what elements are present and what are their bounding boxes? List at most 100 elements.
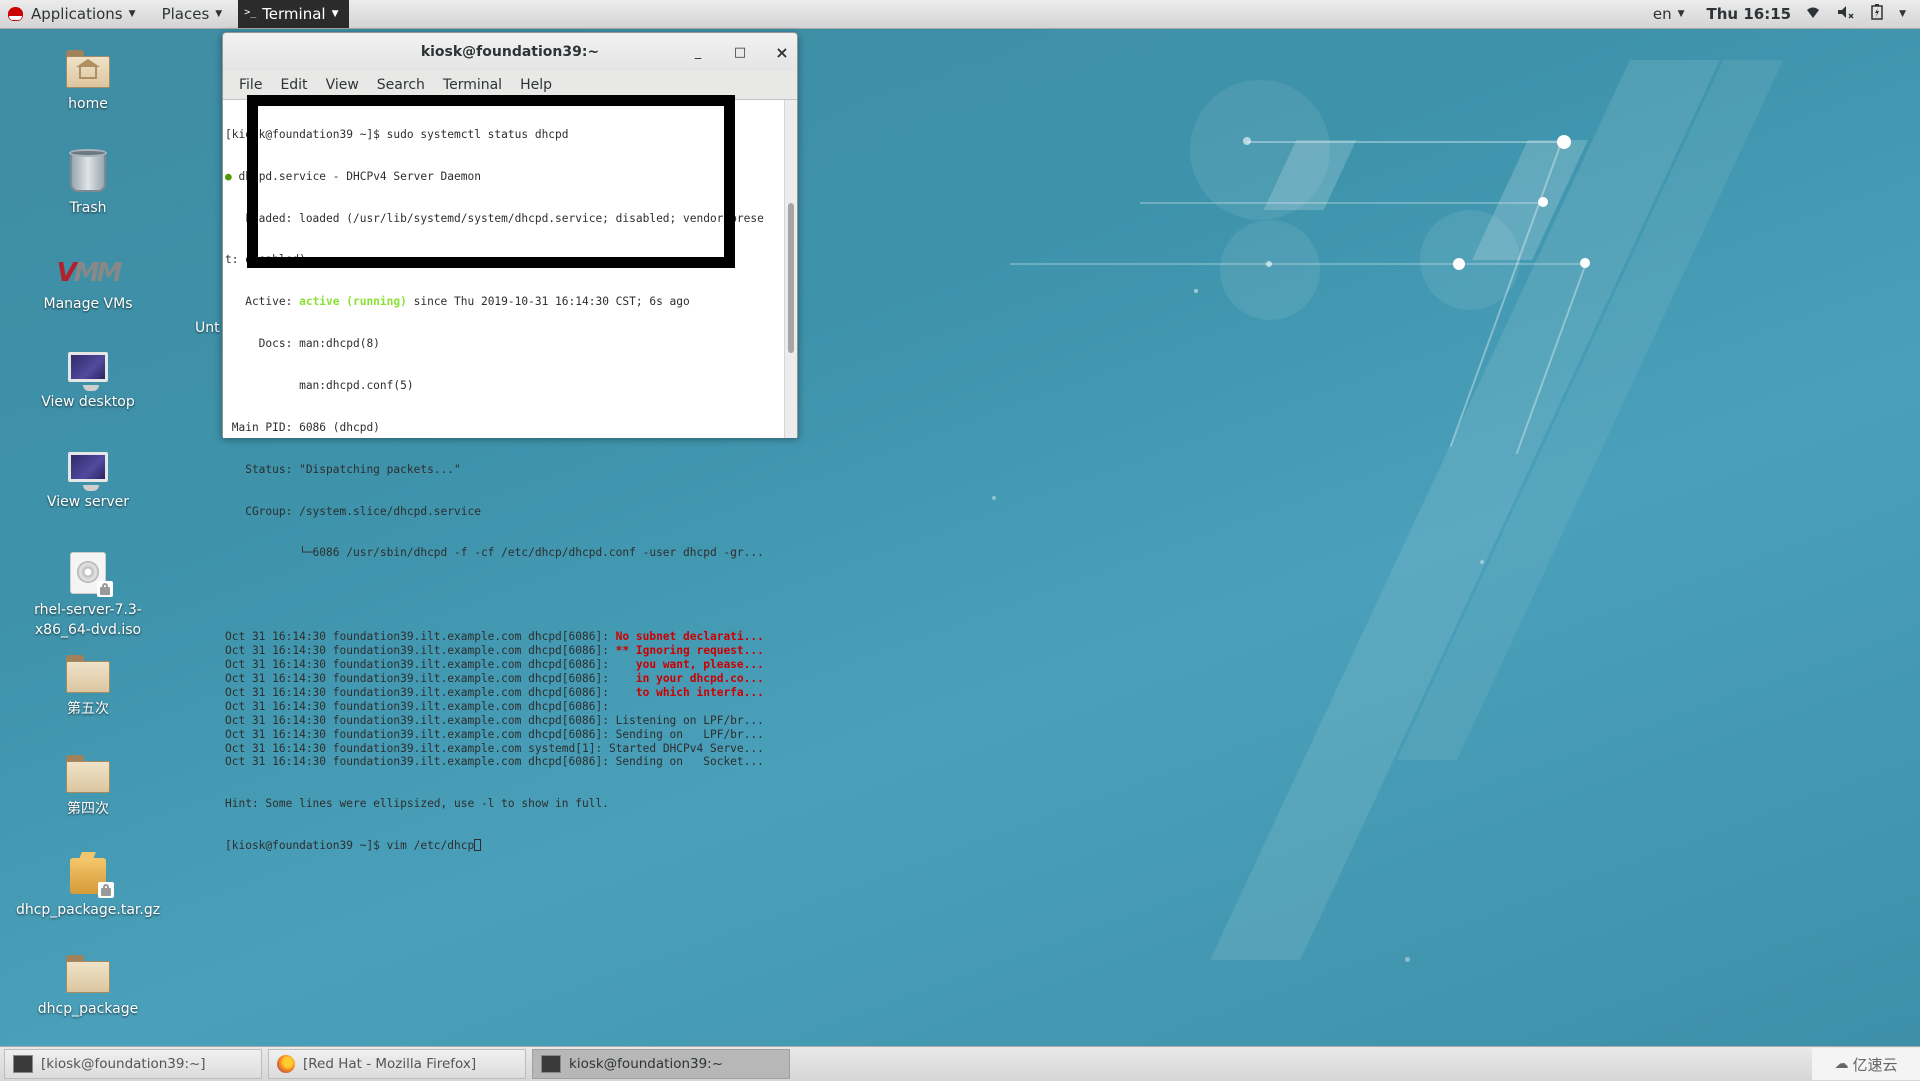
taskbar-item-label: [kiosk@foundation39:~] [41, 1056, 206, 1072]
volume-muted-icon [1837, 5, 1855, 23]
taskbar-item-terminal-1[interactable]: [kiosk@foundation39:~] [4, 1049, 262, 1079]
close-button[interactable]: × [775, 43, 789, 62]
log-prefix: Oct 31 16:14:30 foundation39.ilt.example… [225, 755, 529, 769]
desktop-icon-label: 第五次 [67, 701, 109, 717]
journal-log-line: Oct 31 16:14:30 foundation39.ilt.example… [225, 700, 781, 714]
terminal-line: ● dhcpd.service - DHCPv4 Server Daemon [225, 170, 781, 184]
desktop-icon-folder-4[interactable]: 第四次 [3, 755, 173, 819]
redhat-logo-icon [8, 7, 23, 21]
terminal-line: Loaded: loaded (/usr/lib/systemd/system/… [225, 211, 764, 225]
desktop-icon-view-desktop[interactable]: View desktop [3, 352, 173, 412]
desktop-icon-label: dhcp_package.tar.gz [15, 902, 161, 918]
log-error-message: in your dhcpd.co... [615, 671, 764, 685]
desktop-icon-trash[interactable]: Trash [3, 149, 173, 218]
log-prefix: Oct 31 16:14:30 foundation39.ilt.example… [225, 685, 529, 699]
vm-manager-icon: VMM [56, 258, 123, 288]
desktop-icon-view-server[interactable]: View server [3, 452, 173, 512]
places-menu[interactable]: Places ▼ [154, 0, 231, 28]
terminal-output[interactable]: [kiosk@foundation39 ~]$ sudo systemctl s… [223, 99, 797, 852]
menu-search[interactable]: Search [368, 77, 434, 93]
menu-file[interactable]: File [230, 77, 271, 93]
desktop-icon-label: 第四次 [67, 801, 109, 817]
battery-charging-icon [1871, 4, 1883, 24]
desktop-icon-folder-5[interactable]: 第五次 [3, 655, 173, 719]
firefox-icon [277, 1055, 295, 1073]
log-message: Sending on LPF/br... [615, 727, 764, 741]
desktop-icon-label: View server [47, 494, 129, 510]
menu-edit[interactable]: Edit [271, 77, 316, 93]
terminal-line: └─6086 /usr/sbin/dhcpd -f -cf /etc/dhcp/… [225, 546, 764, 560]
watermark-text: 亿速云 [1852, 1055, 1898, 1074]
text-cursor [474, 839, 482, 852]
active-since: since Thu 2019-10-31 16:14:30 CST; 6s ag… [406, 295, 690, 309]
log-prefix: Oct 31 16:14:30 foundation39.ilt.example… [225, 643, 529, 657]
maximize-button[interactable]: □ [733, 45, 747, 60]
terminal-line: Active: active (running) since Thu 2019-… [225, 295, 781, 309]
log-error-message: to which interfa... [615, 685, 764, 699]
command-input[interactable]: vim /etc/dhcp [387, 839, 475, 852]
desktop-icon-dhcp-package[interactable]: dhcp_package [3, 955, 173, 1019]
log-error-message: No subnet declarati... [615, 630, 764, 644]
places-label: Places [161, 5, 210, 23]
desktop-icon-manage-vms[interactable]: VMM Manage VMs [3, 258, 173, 314]
journal-log-line: Oct 31 16:14:30 foundation39.ilt.example… [225, 714, 781, 728]
journal-log-line: Oct 31 16:14:30 foundation39.ilt.example… [225, 658, 781, 672]
journal-log-line: Oct 31 16:14:30 foundation39.ilt.example… [225, 672, 781, 686]
desktop-icon-label: Trash [69, 200, 107, 216]
minimize-button[interactable]: _ [691, 45, 705, 60]
terminal-titlebar[interactable]: kiosk@foundation39:~ _ □ × [223, 33, 797, 71]
desktop-icon-rhel-iso[interactable]: rhel-server-7.3- x86_64-dvd.iso [3, 552, 173, 640]
log-error-message: you want, please... [615, 657, 764, 671]
log-prefix: Oct 31 16:14:30 foundation39.ilt.example… [225, 699, 529, 713]
desktop-icon-home[interactable]: home [3, 50, 173, 114]
taskbar-item-firefox[interactable]: [Red Hat - Mozilla Firefox] [268, 1049, 526, 1079]
log-source: dhcpd[6086]: [528, 727, 616, 741]
menu-terminal[interactable]: Terminal [434, 77, 511, 93]
taskbar-item-label: [Red Hat - Mozilla Firefox] [303, 1056, 477, 1072]
terminal-icon: >_ [244, 7, 257, 18]
disc-image-icon [70, 552, 113, 597]
log-source: dhcpd[6086]: [528, 630, 616, 644]
taskbar-item-label: kiosk@foundation39:~ [569, 1056, 724, 1072]
scrollbar-thumb[interactable] [788, 203, 794, 353]
desktop-icon-label: rhel-server-7.3- [34, 602, 142, 618]
log-prefix: Oct 31 16:14:30 foundation39.ilt.example… [225, 630, 529, 644]
active-label: Active: [225, 295, 300, 309]
applications-menu[interactable]: Applications ▼ [0, 0, 144, 28]
log-source: dhcpd[6086]: [528, 755, 616, 769]
trash-icon [69, 149, 107, 192]
active-app-menu[interactable]: >_ Terminal ▼ [238, 0, 349, 28]
monitor-icon [68, 452, 108, 491]
terminal-line: Main PID: 6086 (dhcpd) [225, 420, 380, 434]
language-selector[interactable]: en ▼ [1645, 0, 1693, 28]
folder-icon [66, 755, 110, 793]
taskbar-item-terminal-active[interactable]: kiosk@foundation39:~ [532, 1049, 790, 1079]
menu-help[interactable]: Help [511, 77, 561, 93]
log-source: systemd[1]: [528, 741, 609, 755]
log-source: dhcpd[6086]: [528, 685, 616, 699]
applications-label: Applications [31, 5, 123, 23]
clock[interactable]: Thu 16:15 [1693, 5, 1806, 23]
active-status: active (running) [299, 295, 407, 309]
menu-view[interactable]: View [317, 77, 368, 93]
wifi-icon [1805, 5, 1821, 23]
log-source: dhcpd[6086]: [528, 699, 616, 713]
folder-icon [66, 955, 110, 993]
chevron-down-icon: ▼ [215, 9, 223, 19]
log-message: Listening on LPF/br... [615, 713, 764, 727]
terminal-line: Docs: man:dhcpd(8) [225, 337, 380, 351]
journal-log-line: Oct 31 16:14:30 foundation39.ilt.example… [225, 630, 781, 644]
terminal-scrollbar[interactable] [784, 100, 797, 438]
desktop-icon-label: Manage VMs [43, 296, 133, 312]
journal-log-line: Oct 31 16:14:30 foundation39.ilt.example… [225, 755, 781, 769]
terminal-line: man:dhcpd.conf(5) [225, 378, 414, 392]
desktop-icon-dhcp-archive[interactable]: dhcp_package.tar.gz [3, 858, 173, 920]
terminal-window[interactable]: kiosk@foundation39:~ _ □ × File Edit Vie… [222, 32, 798, 852]
terminal-menubar: File Edit View Search Terminal Help [223, 71, 797, 99]
journal-log-line: Oct 31 16:14:30 foundation39.ilt.example… [225, 742, 781, 756]
terminal-prompt-line[interactable]: [kiosk@foundation39 ~]$ vim /etc/dhcp [225, 839, 781, 853]
terminal-icon [13, 1055, 33, 1073]
log-source: dhcpd[6086]: [528, 657, 616, 671]
system-status-area[interactable]: ▼ [1805, 4, 1920, 24]
